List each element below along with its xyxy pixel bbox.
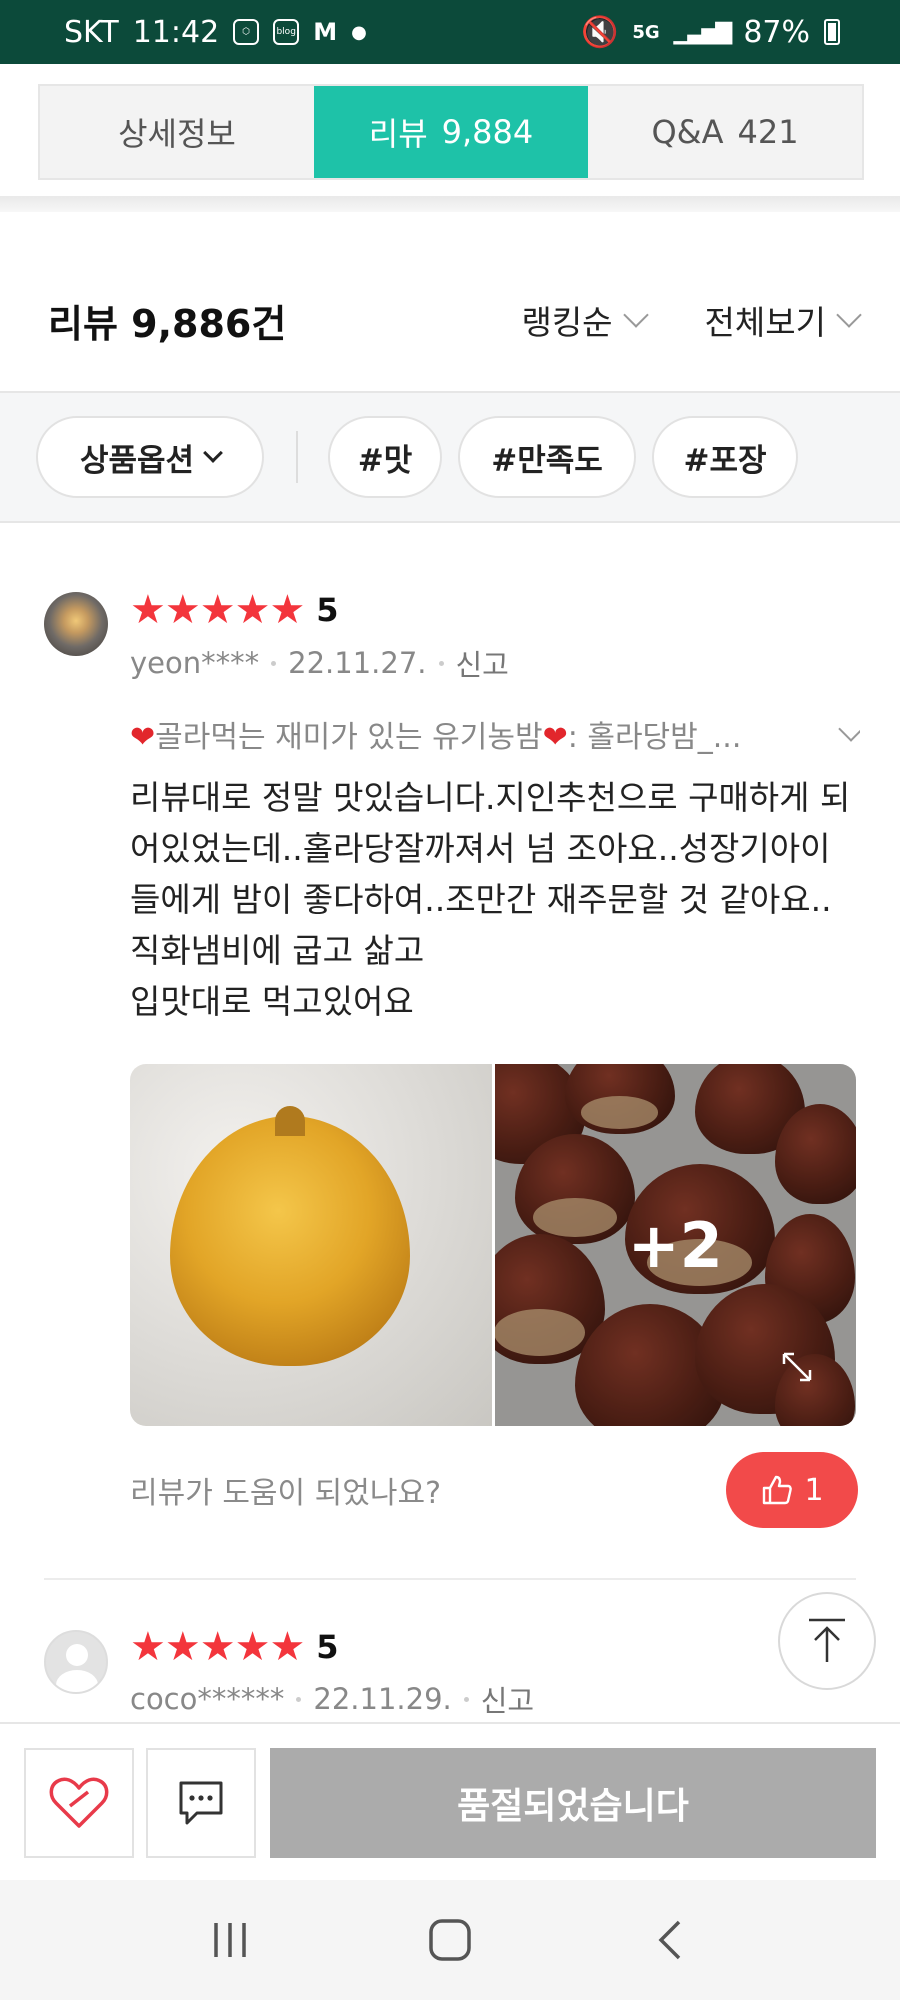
- mute-icon: 🔇: [580, 14, 619, 50]
- tab-details[interactable]: 상세정보: [40, 86, 314, 178]
- star-icon: ★: [234, 1624, 271, 1670]
- rating-score: 5: [316, 591, 339, 629]
- bottom-action-bar: 품절되었습니다: [0, 1722, 900, 1880]
- tab-label: 리뷰: [368, 115, 428, 153]
- sort-label: 랭킹순: [521, 303, 613, 342]
- battery-percent: 87%: [743, 14, 810, 50]
- option-suffix: : 홀라당밤_...: [567, 720, 742, 755]
- separator-dot: [296, 1696, 302, 1702]
- star-icon: ★: [164, 1624, 201, 1670]
- rating-score: 5: [316, 1628, 339, 1666]
- avatar: [44, 1630, 108, 1694]
- star-icon: ★: [164, 587, 201, 633]
- star-rating: ★ ★ ★ ★ ★ 5: [130, 1627, 339, 1667]
- review-meta: coco****** 22.11.29. 신고: [130, 1678, 534, 1720]
- talk-button[interactable]: [146, 1748, 256, 1858]
- review-meta: yeon**** 22.11.27. 신고: [130, 642, 509, 684]
- option-text: 골라먹는 재미가 있는 유기농밤: [155, 720, 543, 755]
- star-rating: ★ ★ ★ ★ ★ 5: [130, 590, 339, 630]
- star-icon: ★: [130, 587, 166, 633]
- signal-icon: ▁▃▅▇: [673, 19, 733, 45]
- back-icon: [658, 1920, 681, 1960]
- review-photo[interactable]: [130, 1064, 492, 1426]
- separator-dot: [463, 1696, 469, 1702]
- tab-qna[interactable]: Q&A 421: [588, 86, 862, 178]
- review-photo[interactable]: +2: [494, 1064, 856, 1426]
- review-date: 22.11.29.: [313, 1682, 452, 1716]
- blog-icon: blog: [273, 19, 300, 45]
- sort-dropdown[interactable]: 랭킹순: [521, 296, 649, 344]
- star-icon: ★: [199, 1624, 236, 1670]
- review-photos: +2: [130, 1064, 856, 1426]
- chevron-down-icon: [836, 302, 862, 328]
- tab-reviews[interactable]: 리뷰 9,884: [314, 86, 588, 178]
- tag-chip-packaging[interactable]: #포장: [652, 416, 798, 498]
- chevron-down-icon: [622, 302, 649, 328]
- report-link[interactable]: 신고: [481, 1678, 534, 1720]
- review-header: 리뷰 9,886건 랭킹순 전체보기: [48, 290, 862, 350]
- carrier-label: SKT: [64, 14, 119, 50]
- star-icon: ★: [269, 587, 306, 633]
- hex-icon: ⬡: [233, 19, 260, 45]
- notification-dot-icon: ●: [351, 21, 367, 43]
- section-divider: [0, 196, 900, 212]
- m-icon: M: [313, 18, 338, 46]
- recent-apps-icon: [214, 1923, 246, 1957]
- star-icon: ★: [199, 587, 236, 633]
- report-link[interactable]: 신고: [456, 642, 509, 684]
- recent-apps-button[interactable]: [190, 1900, 270, 1980]
- tab-label: Q&A: [651, 113, 724, 151]
- arrow-up-icon: [809, 1618, 845, 1662]
- separator-dot: [271, 660, 277, 666]
- star-icon: ★: [130, 1624, 166, 1670]
- tab-count: 421: [737, 113, 799, 151]
- scroll-top-button[interactable]: [778, 1592, 876, 1690]
- soldout-button[interactable]: 품절되었습니다: [270, 1748, 876, 1858]
- expand-icon[interactable]: [780, 1350, 814, 1384]
- view-label: 전체보기: [704, 303, 826, 342]
- review-divider: [44, 1578, 856, 1580]
- back-button[interactable]: [630, 1900, 710, 1980]
- purchased-option[interactable]: ❤골라먹는 재미가 있는 유기농밤❤: 홀라당밤_...: [130, 712, 860, 756]
- helpful-question: 리뷰가 도움이 되었나요?: [130, 1476, 441, 1511]
- thumbs-up-icon: [763, 1475, 793, 1505]
- peeled-chestnut-image: [170, 1106, 410, 1366]
- reviewer-id: yeon****: [130, 646, 260, 680]
- star-icon: ★: [234, 587, 271, 633]
- status-bar: SKT 11:42 ⬡ blog M ● 🔇 5G ▁▃▅▇ 87%: [0, 0, 900, 64]
- network-label: 5G: [632, 21, 660, 43]
- review-count-title: 리뷰 9,886건: [48, 301, 287, 346]
- helpful-row: 리뷰가 도움이 되었나요? 1: [130, 1452, 858, 1528]
- system-nav-bar: [0, 1880, 900, 2000]
- product-tabs: 상세정보 리뷰 9,884 Q&A 421: [38, 84, 864, 180]
- like-count: 1: [804, 1472, 824, 1508]
- wishlist-button[interactable]: [24, 1748, 134, 1858]
- home-icon: [429, 1919, 471, 1961]
- review-text: 리뷰대로 정말 맛있습니다.지인추천으로 구매하게 되어있었는데..홀라당잘까져…: [130, 778, 851, 1021]
- battery-icon: [824, 19, 840, 45]
- star-icon: ★: [269, 1624, 306, 1670]
- tab-label: 상세정보: [118, 115, 236, 153]
- red-heart-icon: ❤: [542, 720, 568, 755]
- home-button[interactable]: [410, 1900, 490, 1980]
- separator-dot: [438, 660, 444, 666]
- heart-icon: [49, 1777, 109, 1828]
- review-date: 22.11.27.: [288, 646, 427, 680]
- filter-bar: 상품옵션 #맛 #만족도 #포장: [0, 391, 900, 523]
- product-option-filter[interactable]: 상품옵션: [36, 416, 264, 498]
- option-filter-label: 상품옵션: [79, 442, 195, 479]
- chat-icon: [179, 1781, 223, 1825]
- reviewer-id: coco******: [130, 1682, 285, 1716]
- avatar: [44, 592, 108, 656]
- tag-chip-taste[interactable]: #맛: [328, 416, 442, 498]
- filter-divider: [296, 431, 298, 483]
- chevron-down-icon: [203, 443, 223, 463]
- view-filter-dropdown[interactable]: 전체보기: [704, 296, 862, 344]
- clock: 11:42: [132, 14, 220, 50]
- tag-chip-satisfaction[interactable]: #만족도: [458, 416, 636, 498]
- red-heart-icon: ❤: [130, 720, 156, 755]
- tab-count: 9,884: [441, 113, 534, 151]
- like-button[interactable]: 1: [726, 1452, 858, 1528]
- chevron-down-icon: [838, 716, 860, 742]
